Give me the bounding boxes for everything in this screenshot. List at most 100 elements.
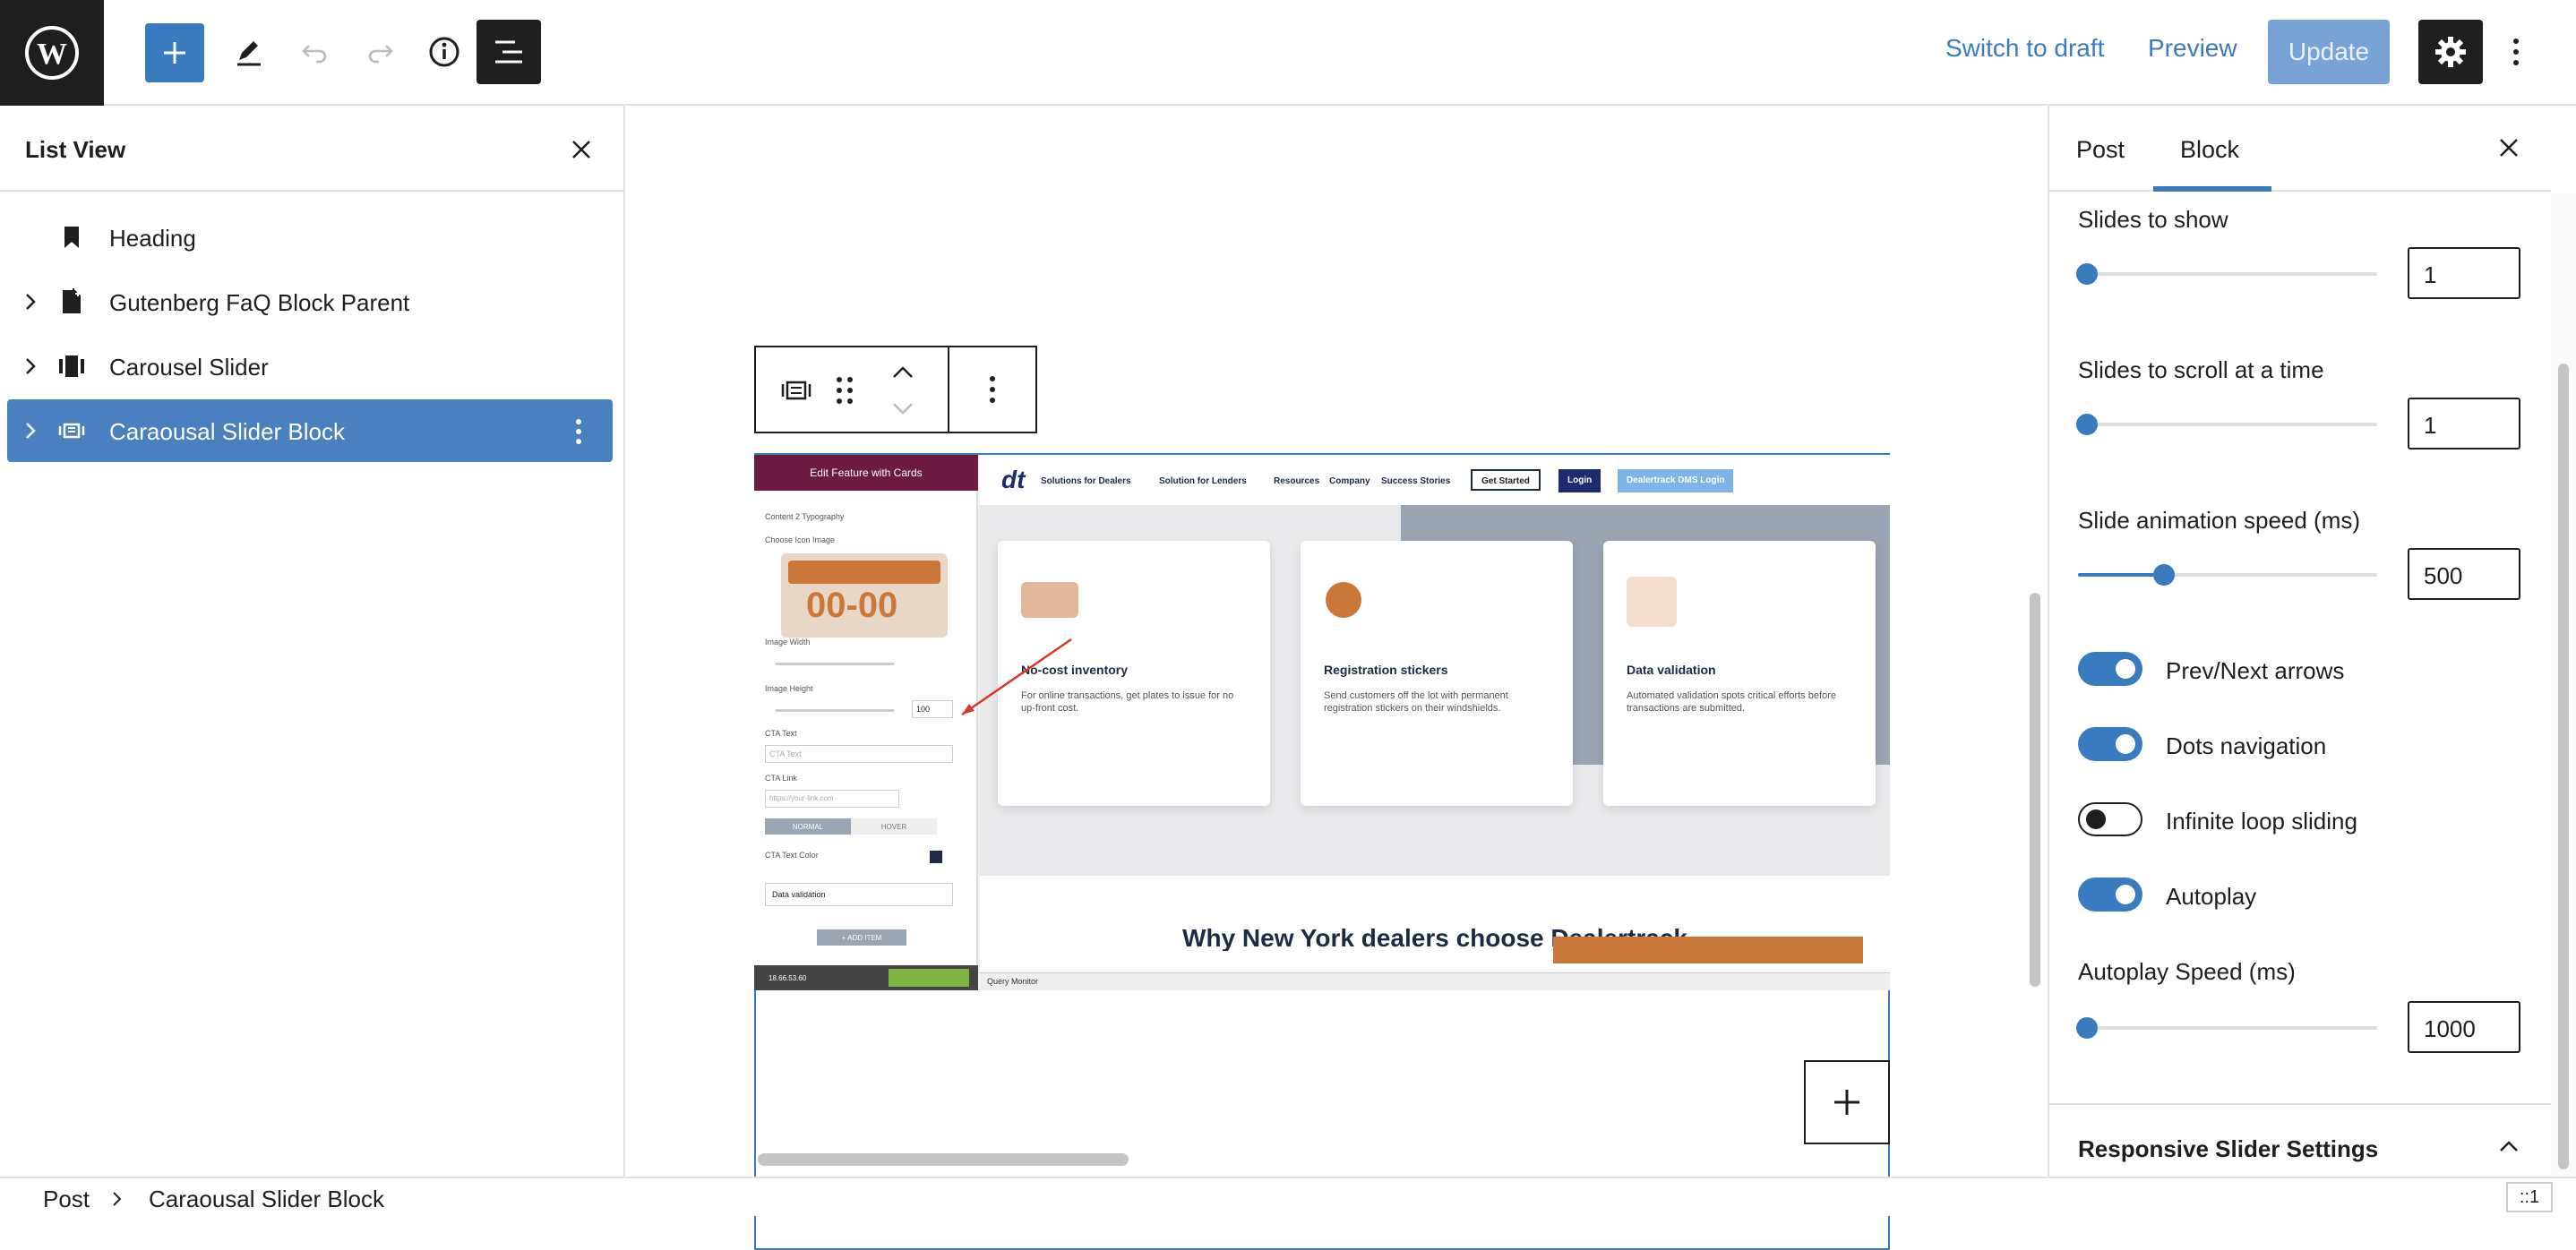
autoplay-speed-slider[interactable] — [2076, 1017, 2377, 1039]
map-icon — [1021, 582, 1078, 618]
embedded-section: Why New York dealers choose Dealertrack — [980, 876, 1890, 974]
embedded-login: Login — [1558, 469, 1601, 492]
autoplay-label: Autoplay — [2166, 883, 2257, 910]
pencil-icon — [237, 41, 261, 66]
move-down-icon[interactable] — [890, 399, 915, 417]
undo-icon — [302, 45, 327, 64]
list-item-carousel-slider[interactable]: Carousel Slider — [7, 335, 613, 398]
update-button[interactable]: Update — [2268, 20, 2390, 84]
embedded-label: CTA Text — [765, 729, 797, 738]
chevron-up-icon[interactable] — [2497, 1137, 2520, 1155]
options-menu-button[interactable] — [2503, 32, 2529, 72]
embedded-color-swatch — [930, 851, 942, 863]
close-icon[interactable] — [570, 138, 593, 161]
horizontal-scrollbar[interactable] — [758, 1153, 1129, 1166]
list-item-label: Caraousal Slider Block — [109, 418, 346, 445]
prev-next-arrows-label: Prev/Next arrows — [2166, 657, 2345, 684]
embedded-card-title: Data validation — [1627, 663, 1716, 677]
slides-to-show-slider[interactable] — [2076, 263, 2377, 285]
slides-to-scroll-label: Slides to scroll at a time — [2078, 356, 2324, 383]
breadcrumb-current-block[interactable]: Caraousal Slider Block — [149, 1186, 384, 1213]
tab-block[interactable]: Block — [2180, 136, 2239, 164]
footer-counter: ::1 — [2506, 1182, 2553, 1212]
embedded-nav: Success Stories — [1381, 476, 1451, 486]
embedded-card: Data validation Automated validation spo… — [1603, 541, 1876, 806]
tools-button[interactable] — [229, 32, 269, 72]
autoplay-speed-input[interactable]: 1000 — [2408, 1001, 2520, 1053]
more-vertical-icon — [2513, 39, 2519, 65]
sidebar-tabs: Post Block — [2049, 106, 2551, 192]
embedded-nav: Resources — [1274, 476, 1320, 486]
move-up-icon[interactable] — [890, 364, 915, 381]
toolbar-divider — [948, 347, 949, 432]
details-button[interactable] — [425, 32, 464, 72]
animation-speed-input[interactable]: 500 — [2408, 548, 2520, 600]
switch-to-draft-link[interactable]: Switch to draft — [1945, 34, 2104, 63]
block-appender-button[interactable] — [1804, 1060, 1890, 1144]
redo-icon — [368, 45, 393, 64]
breadcrumb-post[interactable]: Post — [43, 1186, 90, 1213]
active-tab-indicator — [2153, 186, 2271, 192]
embedded-bottom-bar: 18.66.53.60 — [754, 965, 978, 990]
slides-to-show-input[interactable]: 1 — [2408, 247, 2520, 299]
dots-navigation-toggle[interactable] — [2078, 727, 2142, 761]
validation-icon — [1627, 577, 1677, 627]
list-view-title: List View — [25, 136, 126, 163]
embedded-dms-login: Dealertrack DMS Login — [1618, 469, 1734, 492]
list-view-header: List View — [0, 106, 623, 192]
slides-to-show-label: Slides to show — [2078, 206, 2228, 233]
list-item-label: Carousel Slider — [109, 354, 269, 381]
bookmark-icon — [64, 227, 79, 248]
embedded-cta-input: CTA Text — [765, 745, 953, 763]
animation-speed-slider[interactable] — [2078, 564, 2377, 586]
embedded-ip: 18.66.53.60 — [769, 974, 807, 982]
list-view-toggle-button[interactable] — [477, 20, 541, 84]
list-item-faq-parent[interactable]: Gutenberg FaQ Block Parent — [7, 270, 613, 333]
slider-block-icon[interactable] — [781, 376, 811, 405]
settings-sidebar: Post Block Slides to show 1 Slides to sc… — [2048, 106, 2576, 1177]
embedded-tab: NORMAL — [765, 818, 851, 835]
embedded-label: Choose Icon Image — [765, 535, 836, 544]
more-vertical-icon[interactable] — [575, 418, 582, 445]
slider-image-screenshot: Edit Feature with Cards Content 2 Typogr… — [754, 455, 1890, 990]
infinite-loop-toggle[interactable] — [2078, 802, 2142, 836]
embedded-slider — [776, 663, 894, 665]
list-item-caraousal-slider-block[interactable]: Caraousal Slider Block — [7, 399, 613, 462]
document-icon — [63, 288, 81, 313]
tab-post[interactable]: Post — [2076, 136, 2125, 164]
prev-next-arrows-toggle[interactable] — [2078, 652, 2142, 686]
list-item-label: Gutenberg FaQ Block Parent — [109, 289, 410, 316]
list-item-heading[interactable]: Heading — [7, 206, 613, 269]
plate-text: 00-00 — [806, 586, 898, 625]
chevron-right-icon[interactable] — [21, 355, 39, 377]
settings-button[interactable] — [2418, 20, 2483, 84]
plate-top — [788, 561, 940, 584]
autoplay-toggle[interactable] — [2078, 878, 2142, 912]
preview-link[interactable]: Preview — [2148, 34, 2237, 63]
list-view-panel: List View Heading Gutenberg FaQ Block Pa… — [0, 106, 625, 1177]
slides-to-scroll-input[interactable]: 1 — [2408, 398, 2520, 449]
redo-button[interactable] — [360, 32, 399, 72]
more-vertical-icon[interactable] — [989, 374, 996, 405]
responsive-settings-heading[interactable]: Responsive Slider Settings — [2078, 1135, 2378, 1163]
embedded-green-button — [889, 969, 969, 987]
sidebar-scrollbar[interactable] — [2558, 364, 2569, 1169]
vertical-scrollbar[interactable] — [2030, 593, 2040, 987]
add-block-button[interactable] — [145, 23, 204, 82]
dots-navigation-label: Dots navigation — [2166, 732, 2327, 759]
embedded-nav: Solution for Lenders — [1159, 476, 1247, 486]
sidebar-scroll-track — [2551, 193, 2576, 1177]
embedded-panel-title: Edit Feature with Cards — [754, 455, 978, 491]
undo-button[interactable] — [296, 32, 335, 72]
chevron-right-icon[interactable] — [21, 420, 39, 441]
embedded-orange-band — [1553, 937, 1863, 963]
info-icon — [429, 37, 459, 67]
slides-to-scroll-slider[interactable] — [2076, 414, 2377, 435]
drag-handle-icon[interactable] — [835, 374, 854, 407]
autoplay-speed-label: Autoplay Speed (ms) — [2078, 958, 2296, 985]
close-icon[interactable] — [2497, 136, 2520, 159]
wordpress-logo-button[interactable]: W — [0, 0, 104, 106]
chevron-right-icon[interactable] — [21, 291, 39, 312]
gear-icon — [2435, 37, 2466, 67]
footer-breadcrumb-bar: Post Caraousal Slider Block ::1 — [0, 1177, 2576, 1216]
